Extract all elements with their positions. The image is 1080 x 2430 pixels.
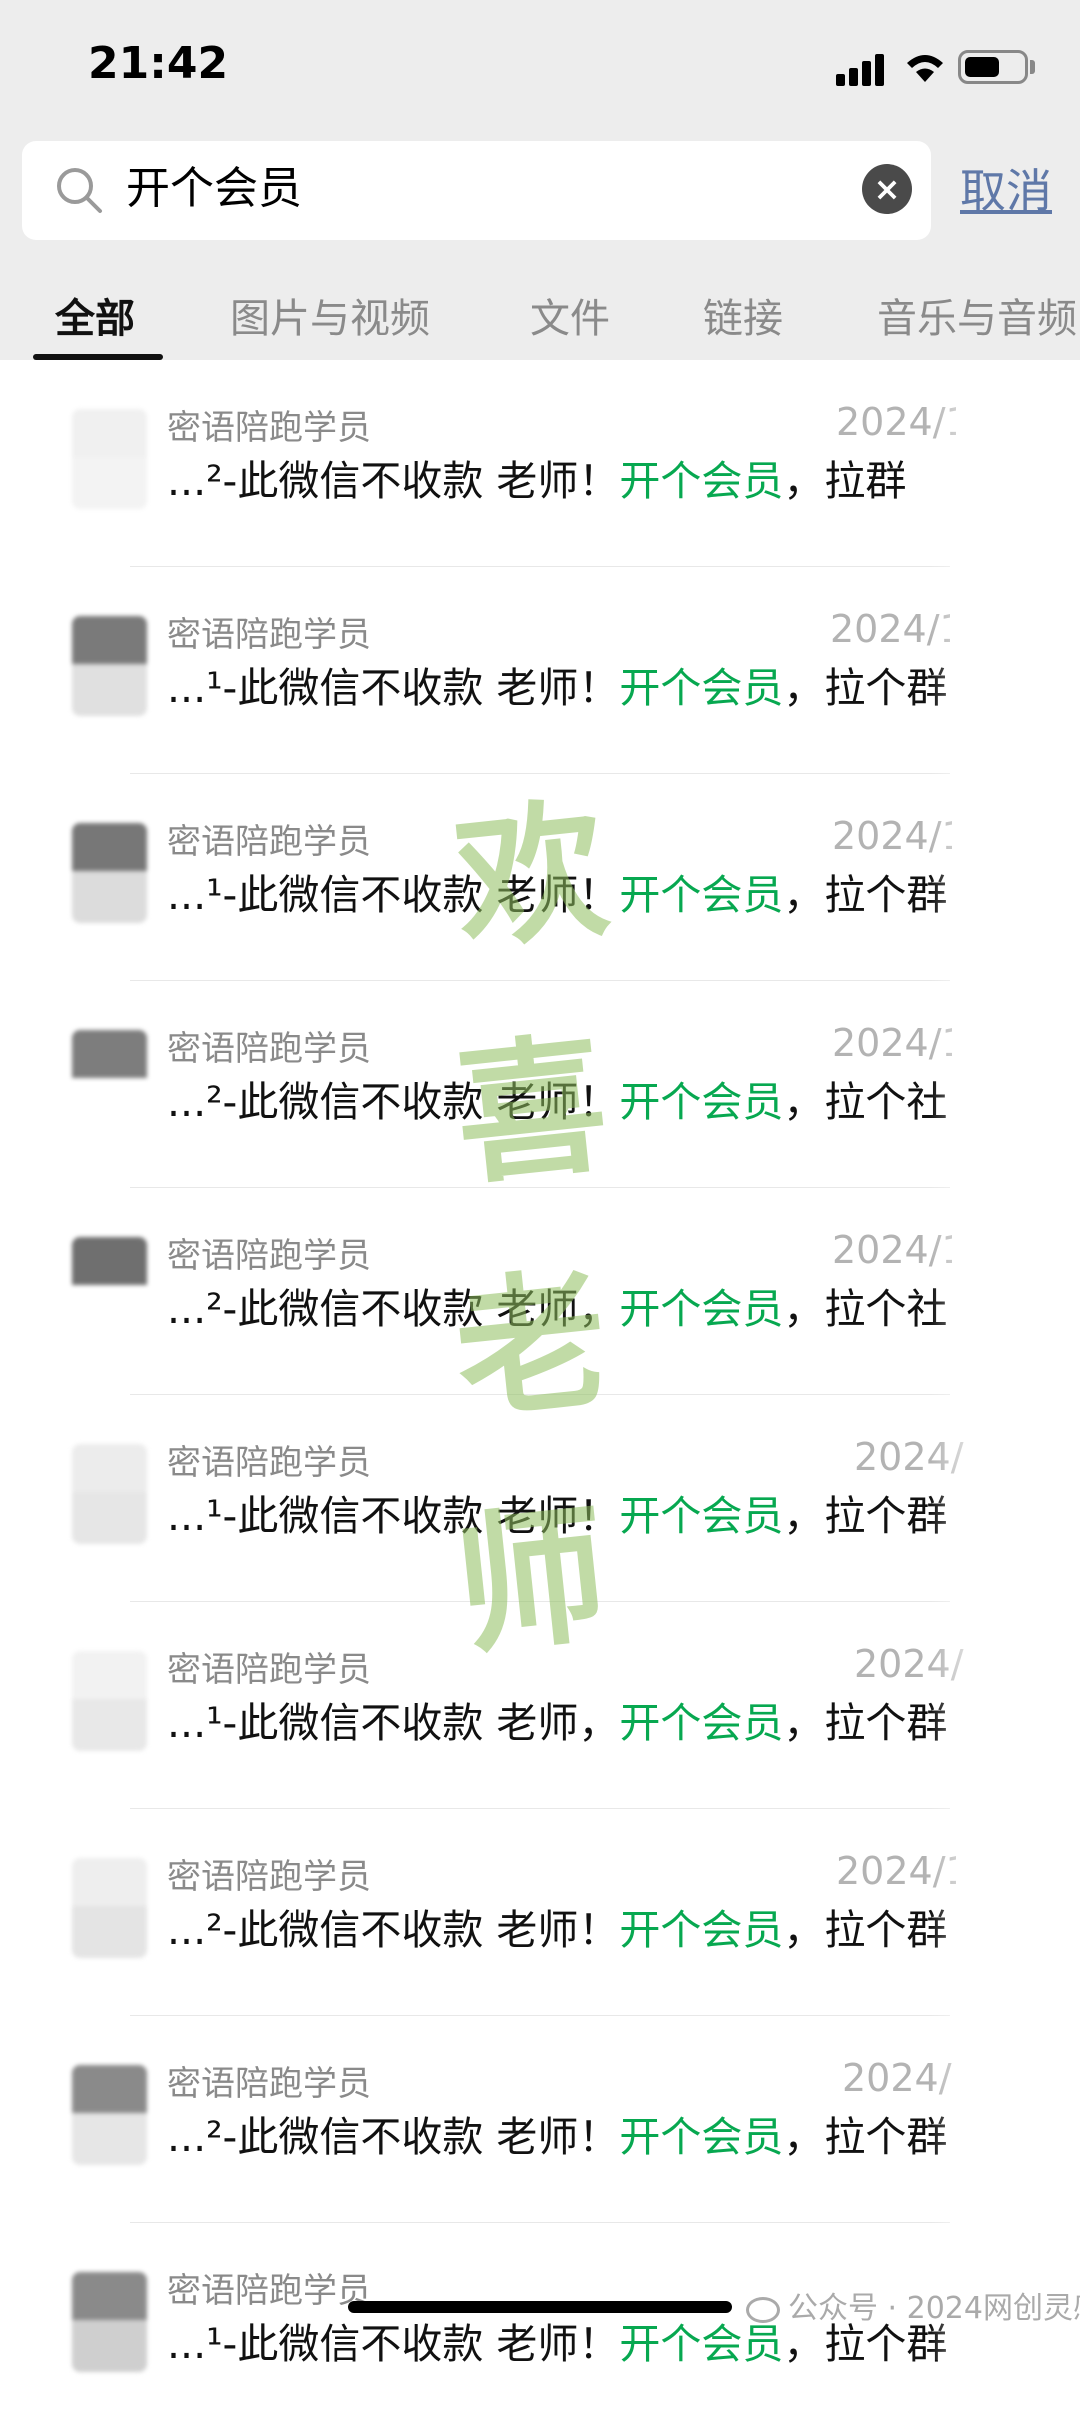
watermark-char: 喜	[447, 1015, 616, 1207]
status-time: 21:42	[88, 38, 229, 89]
sender-name: 密语陪跑学员	[167, 2271, 371, 2311]
message-snippet: ...²-此微信不收款 老师！开个会员，拉个群	[167, 2113, 948, 2161]
search-query-text[interactable]: 开个会员	[126, 161, 302, 217]
wechat-icon	[746, 2296, 780, 2323]
list-item[interactable]: 密语陪跑学员 2024/ ...²-此微信不收款 老师！开个会员，拉个群	[0, 2016, 1080, 2223]
watermark-char: 欢	[447, 780, 616, 972]
avatar	[72, 1444, 147, 1544]
sender-name: 密语陪跑学员	[167, 822, 371, 862]
filter-tabs: 全部 图片与视频 文件 链接 音乐与音频	[0, 278, 1080, 360]
list-item[interactable]: 密语陪跑学员 2024/1 ...²-此微信不收款 老师！开个会员，拉群	[0, 360, 1080, 567]
avatar	[72, 616, 147, 716]
watermark-char: 老	[447, 1250, 616, 1442]
battery-cap	[1030, 60, 1035, 74]
search-input[interactable]: 开个会员 ×	[22, 141, 931, 240]
message-snippet: ...¹-此微信不收款 老师，开个会员，拉个群	[167, 1699, 948, 1747]
right-edge-fade	[930, 360, 1080, 2360]
avatar	[72, 1237, 147, 1337]
cancel-button[interactable]: 取消	[960, 161, 1052, 221]
message-snippet: ...²-此微信不收款 老师！开个会员，拉群	[167, 457, 907, 505]
list-item[interactable]: 密语陪跑学员 2024/1 ...¹-此微信不收款 老师！开个会员，拉个群	[0, 567, 1080, 774]
sender-name: 密语陪跑学员	[167, 1443, 371, 1483]
sender-name: 密语陪跑学员	[167, 1236, 371, 1276]
message-snippet: ...¹-此微信不收款 老师！开个会员，拉个群	[167, 664, 948, 712]
clear-search-icon[interactable]: ×	[862, 164, 912, 214]
list-item[interactable]: 密语陪跑学员 2024/1 ...²-此微信不收款 老师！开个会员，拉个群	[0, 1809, 1080, 2016]
header: 21:42 开个会员 × 取消 全部 图片与视频 文件 链接 音乐与音频	[0, 0, 1080, 360]
sender-name: 密语陪跑学员	[167, 2064, 371, 2104]
sender-name: 密语陪跑学员	[167, 1650, 371, 1690]
tab-images-videos[interactable]: 图片与视频	[230, 286, 430, 344]
watermark-char: 师	[447, 1485, 616, 1677]
brand-watermark: 公众号 · 2024网创灵感	[746, 2283, 1080, 2327]
home-indicator[interactable]	[348, 2301, 732, 2313]
avatar	[72, 823, 147, 923]
avatar	[72, 2272, 147, 2372]
sender-name: 密语陪跑学员	[167, 1857, 371, 1897]
tab-music-audio[interactable]: 音乐与音频	[877, 286, 1077, 344]
search-icon	[57, 168, 102, 213]
sender-name: 密语陪跑学员	[167, 615, 371, 655]
avatar	[72, 1651, 147, 1751]
message-snippet: ...²-此微信不收款 老师！开个会员，拉个群	[167, 1906, 948, 1954]
sender-name: 密语陪跑学员	[167, 408, 371, 448]
avatar	[72, 2065, 147, 2165]
sender-name: 密语陪跑学员	[167, 1029, 371, 1069]
wifi-icon	[907, 55, 943, 82]
avatar	[72, 1858, 147, 1958]
avatar	[72, 1030, 147, 1130]
avatar	[72, 409, 147, 509]
tab-files[interactable]: 文件	[530, 286, 610, 344]
status-bar: 21:42	[0, 0, 1080, 130]
tab-all[interactable]: 全部	[55, 286, 135, 344]
battery-icon	[958, 50, 1028, 84]
cellular-signal-icon	[836, 52, 886, 86]
tab-links[interactable]: 链接	[703, 286, 783, 344]
